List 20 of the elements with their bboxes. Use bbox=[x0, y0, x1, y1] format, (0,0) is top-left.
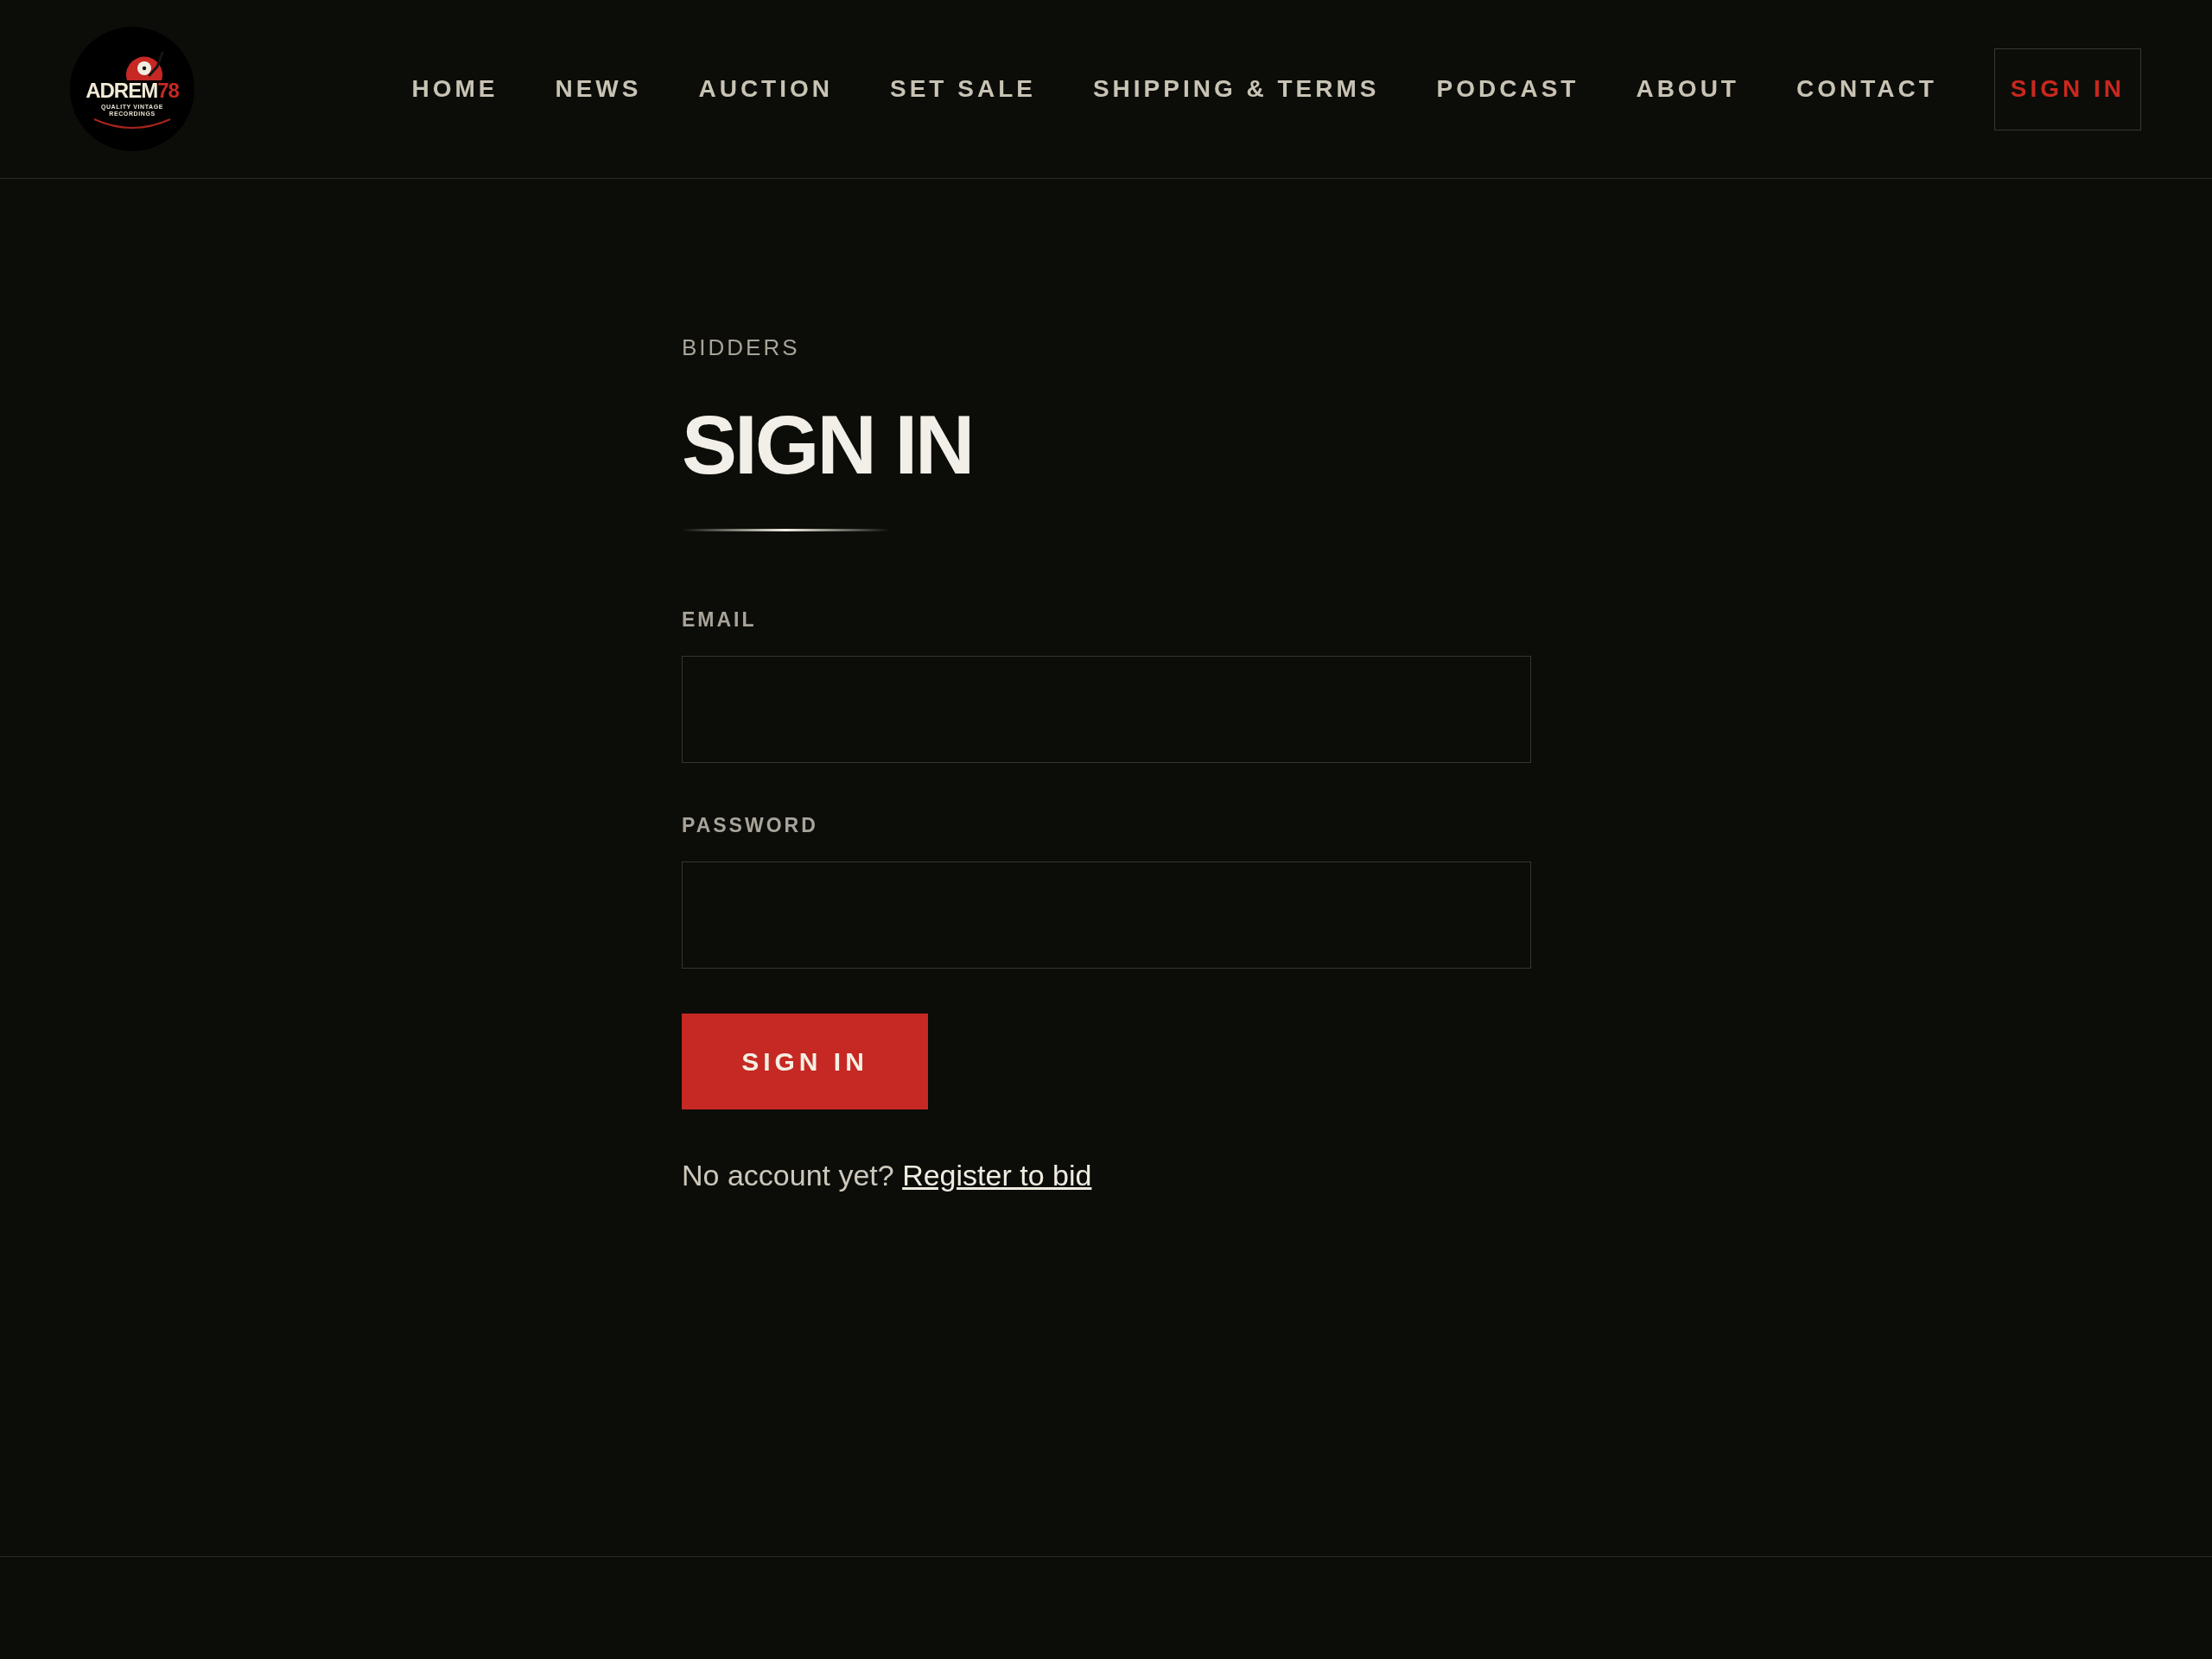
input-field[interactable] bbox=[682, 861, 1531, 969]
sign-in-button[interactable]: SIGN IN bbox=[1993, 48, 2141, 130]
register-link[interactable]: Register to bid bbox=[902, 1159, 1092, 1192]
register-prompt: No account yet? Register to bid bbox=[682, 1158, 1092, 1192]
nav-link[interactable]: CONTACT bbox=[1796, 75, 1937, 103]
section-eyebrow: BIDDERS bbox=[682, 334, 800, 362]
nav-link[interactable]: NEWS bbox=[555, 75, 642, 103]
sign-in-button[interactable]: SIGN IN bbox=[682, 1014, 928, 1109]
nav-link[interactable]: ABOUT bbox=[1636, 75, 1739, 103]
arc-icon bbox=[92, 117, 172, 130]
field-label: EMAIL bbox=[682, 607, 757, 632]
nav-link[interactable]: HOME bbox=[411, 75, 499, 103]
logo-wordmark: ADREM78 bbox=[86, 79, 179, 101]
nav-link[interactable]: PODCAST bbox=[1436, 75, 1580, 103]
input-field[interactable] bbox=[682, 656, 1531, 763]
nav-link[interactable]: SHIPPING & TERMS bbox=[1092, 75, 1380, 103]
page-title: SIGN IN bbox=[682, 402, 973, 488]
nav-link[interactable]: AUCTION bbox=[698, 75, 833, 103]
field-label: PASSWORD bbox=[682, 813, 818, 837]
nav-link[interactable]: SET SALE bbox=[890, 75, 1036, 103]
